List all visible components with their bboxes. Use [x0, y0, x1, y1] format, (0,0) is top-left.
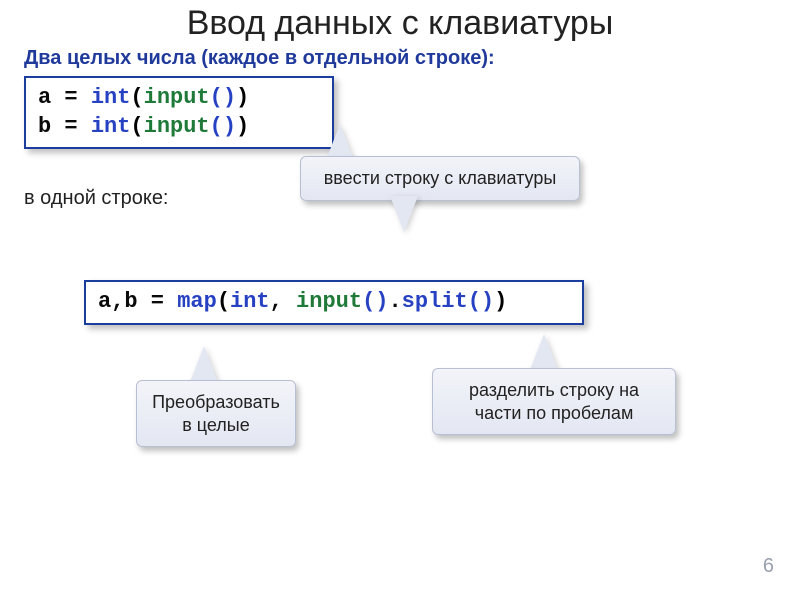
eq: = — [51, 114, 91, 139]
eq: = — [138, 289, 178, 314]
fn-int: int — [91, 85, 131, 110]
fn-input: input — [144, 85, 210, 110]
page-number: 6 — [763, 555, 774, 578]
fn-split: split — [402, 289, 468, 314]
fn-input: input — [144, 114, 210, 139]
eq: = — [51, 85, 91, 110]
code-block-two-lines: a = int(input()) b = int(input()) — [24, 76, 334, 149]
subtitle: Два целых числа (каждое в отдельной стро… — [24, 47, 800, 70]
var-a: a — [38, 85, 51, 110]
fn-int: int — [91, 114, 131, 139]
code-block-one-line: a,b = map(int, input().split()) — [84, 280, 584, 325]
fn-map: map — [177, 289, 217, 314]
comma: , — [270, 289, 296, 314]
callout-convert-int: Преобразовать в целые — [136, 380, 296, 447]
callout-pointer-icon — [390, 196, 418, 232]
callout-pointer-icon — [190, 346, 218, 382]
paren-pair: () — [362, 289, 388, 314]
rparen: ) — [236, 85, 249, 110]
rparen: ) — [494, 289, 507, 314]
lparen: ( — [130, 114, 143, 139]
paren-pair: () — [210, 85, 236, 110]
callout-pointer-icon — [326, 124, 354, 160]
slide-title: Ввод данных с клавиатуры — [0, 4, 800, 43]
paren-pair: () — [210, 114, 236, 139]
lparen: ( — [130, 85, 143, 110]
fn-int: int — [230, 289, 270, 314]
callout-input-string: ввести строку с клавиатуры — [300, 156, 580, 201]
vars-ab: a,b — [98, 289, 138, 314]
rparen: ) — [236, 114, 249, 139]
callout-pointer-icon — [530, 334, 558, 370]
dot: . — [388, 289, 401, 314]
paren-pair: () — [468, 289, 494, 314]
var-b: b — [38, 114, 51, 139]
callout-split-spaces: разделить строку на части по пробелам — [432, 368, 676, 435]
fn-input: input — [296, 289, 362, 314]
lparen: ( — [217, 289, 230, 314]
